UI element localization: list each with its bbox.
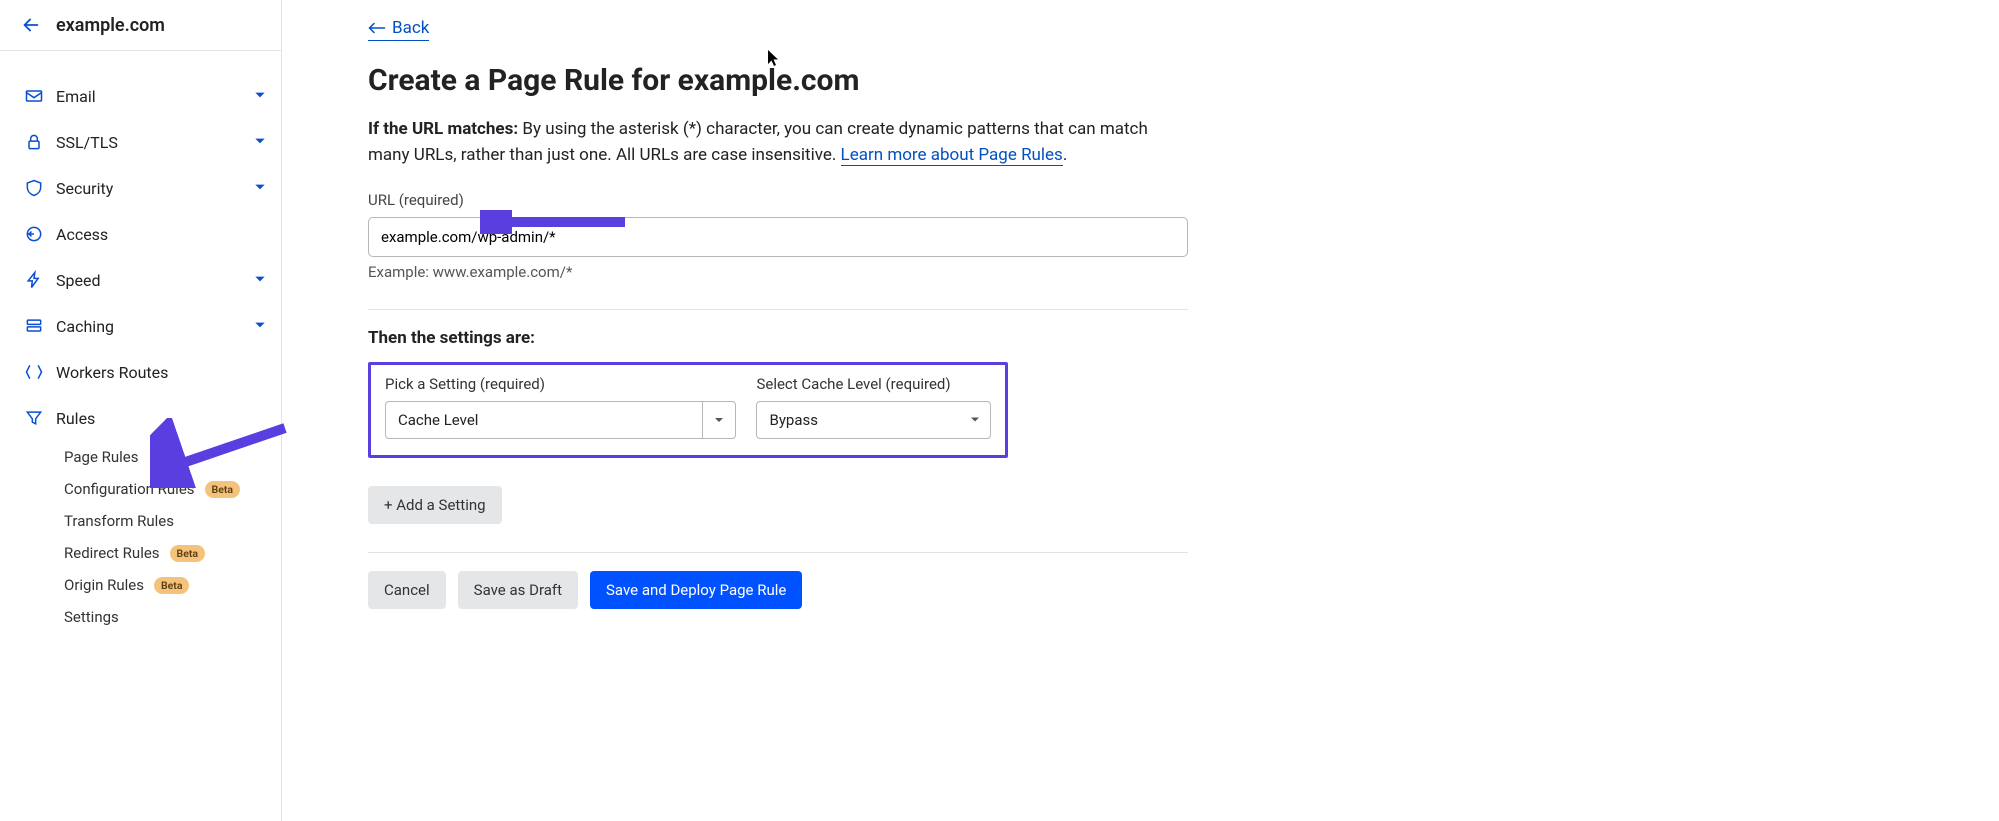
chevron-down-icon xyxy=(253,133,267,152)
chevron-down-icon xyxy=(253,87,267,106)
page-title: Create a Page Rule for example.com xyxy=(368,63,1572,98)
sidebar-sub-settings[interactable]: Settings xyxy=(0,601,281,633)
then-settings-label: Then the settings are: xyxy=(368,328,1572,348)
sidebar-sub-page-rules[interactable]: Page Rules xyxy=(0,441,281,473)
sidebar-nav: Email SSL/TLS Security xyxy=(0,51,281,633)
chevron-down-icon xyxy=(702,401,736,439)
lock-icon xyxy=(24,132,56,152)
save-draft-button[interactable]: Save as Draft xyxy=(458,571,578,609)
sidebar-sub-label: Configuration Rules xyxy=(64,480,195,498)
database-icon xyxy=(24,316,56,336)
sidebar-sub-label: Transform Rules xyxy=(64,512,174,530)
sidebar-sub-label: Redirect Rules xyxy=(64,544,160,562)
back-link[interactable]: Back xyxy=(368,18,429,41)
sidebar-item-label: Email xyxy=(56,87,253,106)
url-example-text: Example: www.example.com/* xyxy=(368,263,1572,281)
sidebar-item-label: Access xyxy=(56,225,267,244)
sidebar-item-label: SSL/TLS xyxy=(56,133,253,152)
chevron-down-icon xyxy=(969,410,981,429)
cancel-button[interactable]: Cancel xyxy=(368,571,446,609)
help-text: If the URL matches: By using the asteris… xyxy=(368,116,1188,169)
add-setting-button[interactable]: + Add a Setting xyxy=(368,486,502,524)
sidebar-sub-label: Settings xyxy=(64,608,119,626)
setting-pick-value: Cache Level xyxy=(398,411,478,429)
setting-pick-select[interactable]: Cache Level xyxy=(385,401,736,439)
sidebar-item-security[interactable]: Security xyxy=(0,165,281,211)
divider xyxy=(368,309,1188,310)
workers-icon xyxy=(24,362,56,382)
setting-level-value: Bypass xyxy=(769,411,818,429)
bolt-icon xyxy=(24,270,56,290)
sidebar-header: example.com xyxy=(0,0,281,51)
chevron-down-icon xyxy=(253,271,267,290)
setting-level-column: Select Cache Level (required) Bypass xyxy=(756,375,991,439)
save-deploy-button[interactable]: Save and Deploy Page Rule xyxy=(590,571,802,609)
sidebar-item-workers-routes[interactable]: Workers Routes xyxy=(0,349,281,395)
setting-pick-column: Pick a Setting (required) Cache Level xyxy=(385,375,736,439)
help-bold: If the URL matches: xyxy=(368,119,518,139)
sidebar-sub-redirect-rules[interactable]: Redirect Rules Beta xyxy=(0,537,281,569)
sidebar-item-email[interactable]: Email xyxy=(0,73,281,119)
sidebar-item-label: Rules xyxy=(56,409,267,428)
beta-badge: Beta xyxy=(205,481,240,498)
setting-level-label: Select Cache Level (required) xyxy=(756,375,991,393)
url-input[interactable] xyxy=(368,217,1188,257)
site-name: example.com xyxy=(56,15,165,36)
sidebar-item-rules[interactable]: Rules xyxy=(0,395,281,441)
setting-pick-label: Pick a Setting (required) xyxy=(385,375,736,393)
email-icon xyxy=(24,86,56,106)
sidebar-sub-configuration-rules[interactable]: Configuration Rules Beta xyxy=(0,473,281,505)
back-link-label: Back xyxy=(392,18,429,38)
sidebar-item-access[interactable]: Access xyxy=(0,211,281,257)
action-buttons: Cancel Save as Draft Save and Deploy Pag… xyxy=(368,571,1572,609)
sidebar-item-label: Caching xyxy=(56,317,253,336)
chevron-down-icon xyxy=(253,317,267,336)
help-link[interactable]: Learn more about Page Rules xyxy=(841,145,1063,166)
help-tail: . xyxy=(1063,145,1067,165)
sidebar-item-label: Workers Routes xyxy=(56,363,267,382)
add-setting-row: + Add a Setting xyxy=(368,486,1572,524)
beta-badge: Beta xyxy=(170,545,205,562)
settings-highlight-box: Pick a Setting (required) Cache Level Se… xyxy=(368,362,1008,458)
access-icon xyxy=(24,224,56,244)
back-arrow-icon[interactable] xyxy=(20,14,42,36)
sidebar-sub-label: Page Rules xyxy=(64,448,139,466)
funnel-icon xyxy=(24,408,56,428)
chevron-down-icon xyxy=(253,179,267,198)
sidebar-sub-transform-rules[interactable]: Transform Rules xyxy=(0,505,281,537)
sidebar-item-ssl-tls[interactable]: SSL/TLS xyxy=(0,119,281,165)
sidebar-item-label: Speed xyxy=(56,271,253,290)
beta-badge: Beta xyxy=(154,577,189,594)
shield-icon xyxy=(24,178,56,198)
sidebar-sub-label: Origin Rules xyxy=(64,576,144,594)
url-field-label: URL (required) xyxy=(368,191,1572,209)
divider xyxy=(368,552,1188,553)
sidebar-item-speed[interactable]: Speed xyxy=(0,257,281,303)
app-root: example.com Email SSL/TLS xyxy=(0,0,1999,821)
main-content: Back Create a Page Rule for example.com … xyxy=(282,0,1612,821)
sidebar-item-caching[interactable]: Caching xyxy=(0,303,281,349)
sidebar: example.com Email SSL/TLS xyxy=(0,0,282,821)
sidebar-sub-origin-rules[interactable]: Origin Rules Beta xyxy=(0,569,281,601)
sidebar-item-label: Security xyxy=(56,179,253,198)
setting-level-select[interactable]: Bypass xyxy=(756,401,991,439)
